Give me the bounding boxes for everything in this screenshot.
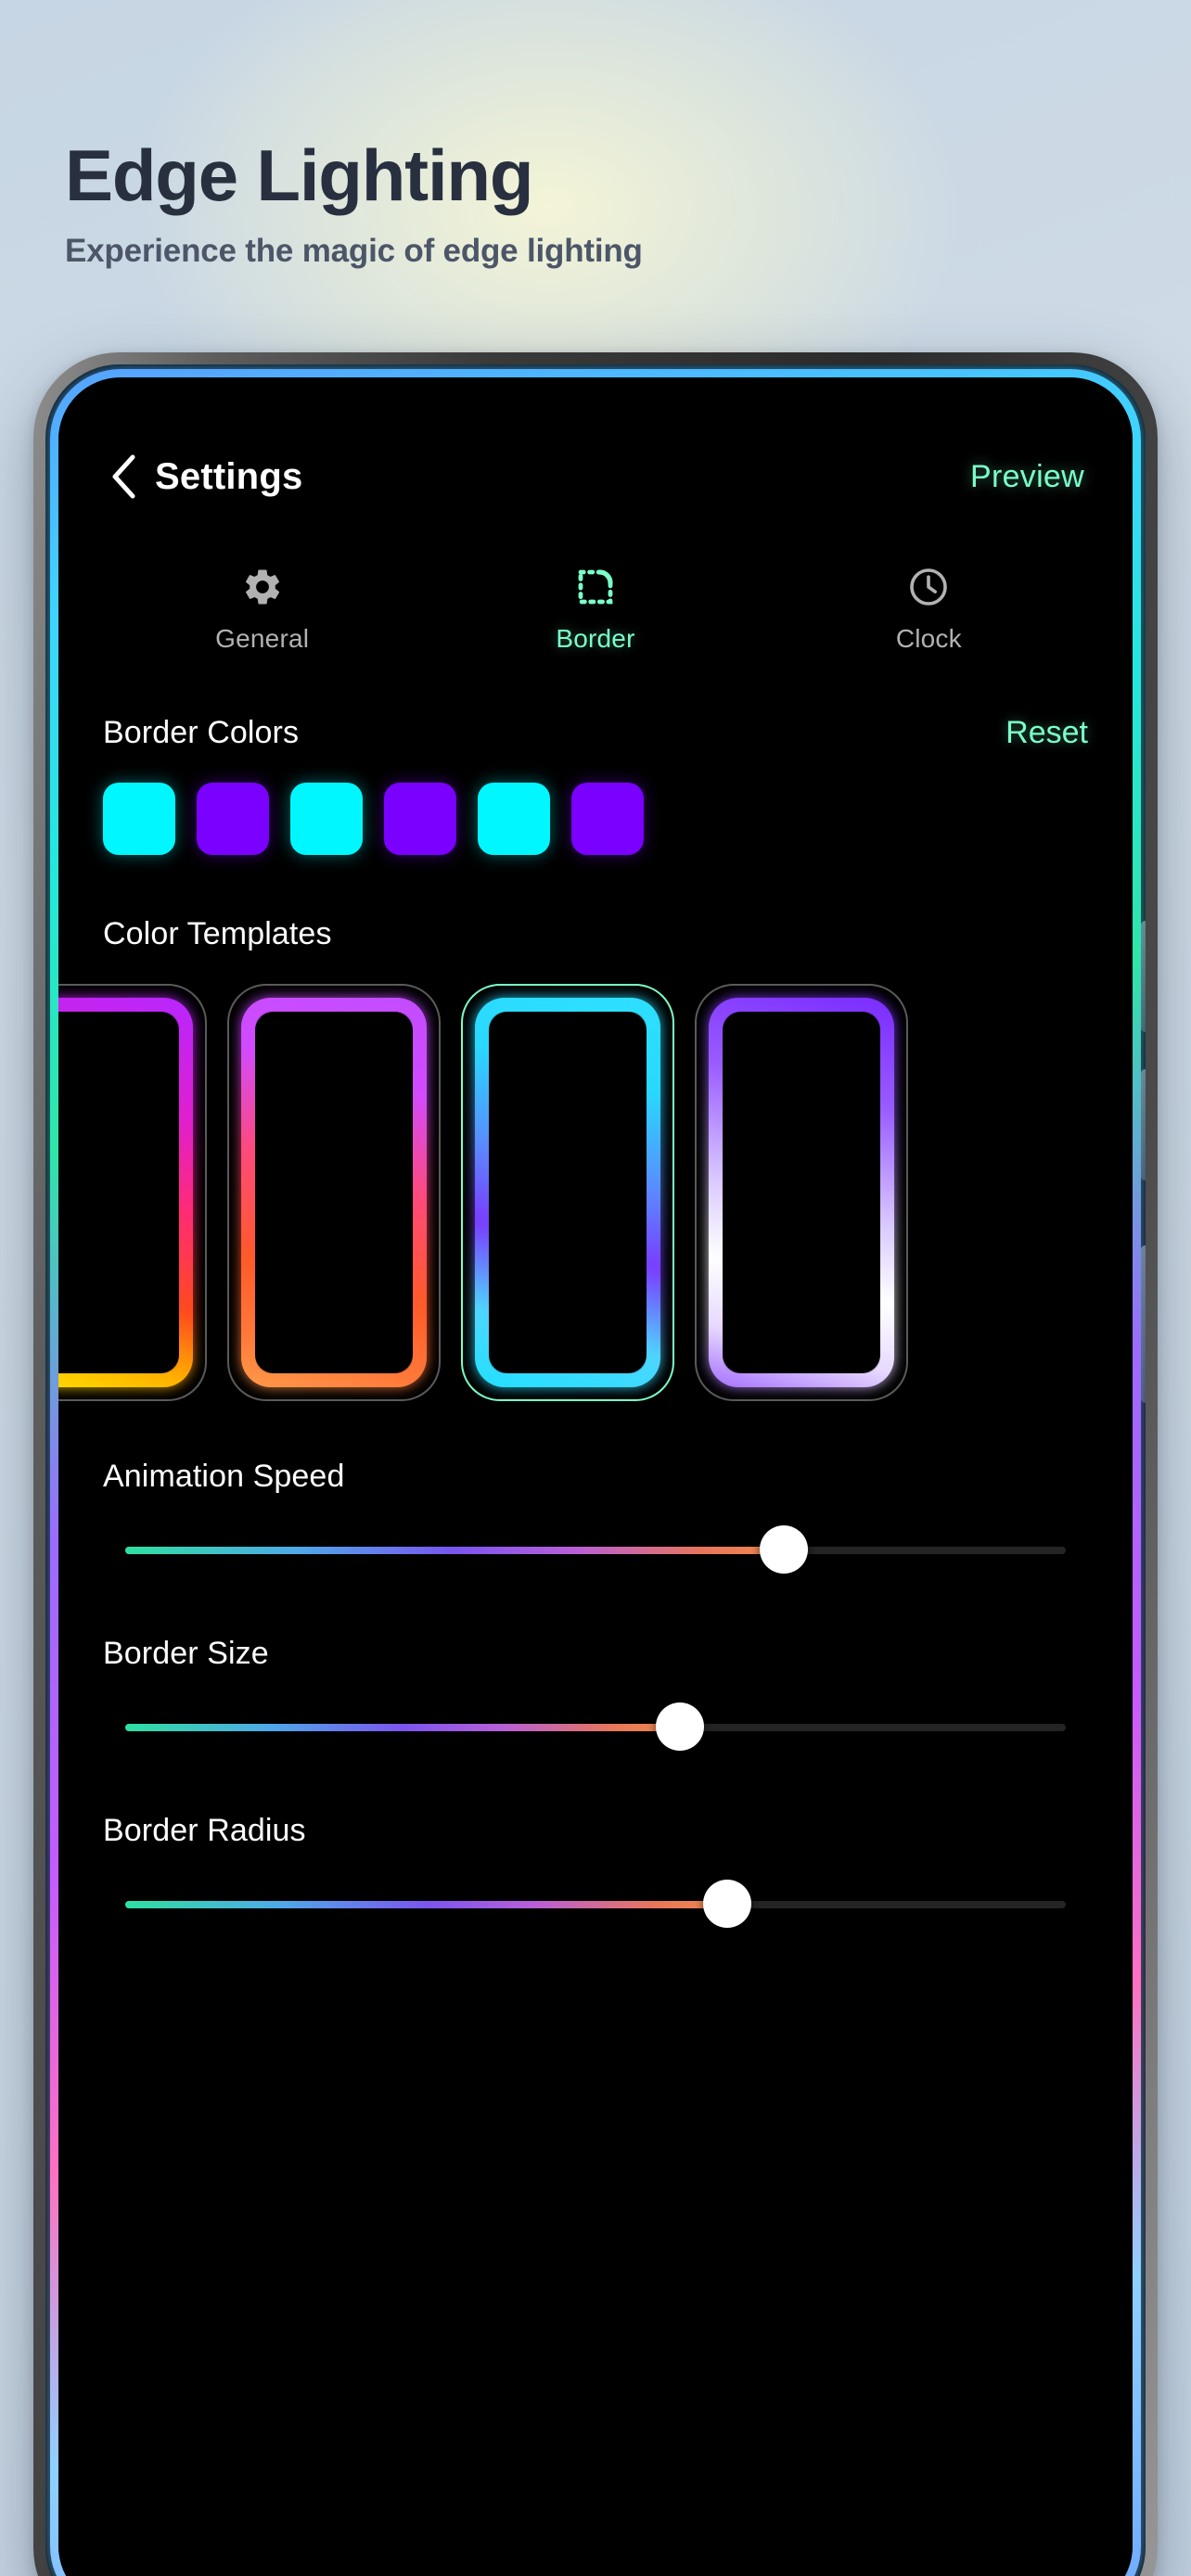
tab-label-border: Border bbox=[556, 624, 635, 653]
slider-fill bbox=[125, 1547, 784, 1554]
back-button[interactable] bbox=[97, 451, 149, 503]
color-template-row[interactable] bbox=[58, 984, 1133, 1401]
slider-thumb[interactable] bbox=[702, 1880, 751, 1928]
slider-border-radius: Border Radius bbox=[58, 1813, 1133, 1932]
color-swatch-row bbox=[58, 783, 1133, 855]
border-colors-section: Border Colors Reset bbox=[58, 715, 1133, 855]
page-title: Edge Lighting bbox=[65, 134, 534, 216]
power-button[interactable] bbox=[1141, 1245, 1146, 1403]
template-inner bbox=[58, 1012, 179, 1373]
slider-control[interactable] bbox=[103, 1523, 1088, 1578]
tab-label-general: General bbox=[215, 624, 310, 653]
tab-clock[interactable]: Clock bbox=[762, 565, 1095, 654]
tab-bar: General Border Clock bbox=[58, 565, 1133, 654]
chevron-left-icon bbox=[108, 453, 139, 500]
clock-icon bbox=[906, 565, 951, 609]
color-templates-section: Color Templates bbox=[58, 916, 1133, 1401]
volume-up-button[interactable] bbox=[1141, 921, 1146, 1032]
color-swatch[interactable] bbox=[571, 783, 644, 855]
volume-down-button[interactable] bbox=[1141, 1069, 1146, 1180]
tab-label-clock: Clock bbox=[895, 624, 962, 653]
phone-mockup: Settings Preview General Border Clock Bo… bbox=[33, 352, 1158, 2576]
tab-general[interactable]: General bbox=[96, 565, 429, 654]
color-swatch[interactable] bbox=[197, 783, 269, 855]
dashed-border-icon bbox=[573, 565, 618, 609]
slider-label: Border Radius bbox=[103, 1813, 306, 1848]
app-bar: Settings Preview bbox=[58, 426, 1133, 528]
color-template-card[interactable] bbox=[227, 984, 441, 1401]
promo-page: Edge Lighting Experience the magic of ed… bbox=[0, 0, 1191, 2576]
color-templates-title: Color Templates bbox=[103, 916, 332, 951]
template-inner bbox=[255, 1012, 413, 1373]
tab-border[interactable]: Border bbox=[429, 565, 762, 654]
settings-scroll-area[interactable]: Settings Preview General Border Clock Bo… bbox=[58, 377, 1133, 2576]
page-subtitle: Experience the magic of edge lighting bbox=[65, 233, 643, 269]
color-template-card[interactable] bbox=[461, 984, 674, 1401]
slider-label: Animation Speed bbox=[103, 1459, 345, 1494]
template-inner bbox=[723, 1012, 880, 1373]
color-swatch[interactable] bbox=[384, 783, 456, 855]
slider-fill bbox=[125, 1901, 727, 1908]
slider-thumb[interactable] bbox=[656, 1702, 705, 1751]
slider-animation-speed: Animation Speed bbox=[58, 1459, 1133, 1578]
preview-button[interactable]: Preview bbox=[970, 459, 1084, 495]
color-template-card[interactable] bbox=[58, 984, 207, 1401]
reset-button[interactable]: Reset bbox=[1005, 715, 1088, 751]
color-templates-header: Color Templates bbox=[58, 916, 1133, 952]
template-inner bbox=[489, 1012, 647, 1373]
phone-bezel: Settings Preview General Border Clock Bo… bbox=[45, 364, 1146, 2576]
slider-label: Border Size bbox=[103, 1636, 269, 1671]
gear-icon bbox=[241, 565, 284, 609]
color-swatch[interactable] bbox=[290, 783, 363, 855]
border-colors-title: Border Colors bbox=[103, 715, 300, 750]
slider-fill bbox=[125, 1724, 681, 1731]
border-colors-header: Border Colors Reset bbox=[58, 715, 1133, 751]
promo-header: Edge Lighting Experience the magic of ed… bbox=[65, 139, 1085, 270]
screen-title: Settings bbox=[155, 455, 303, 497]
app-screen: Settings Preview General Border Clock Bo… bbox=[58, 377, 1133, 2576]
slider-thumb[interactable] bbox=[759, 1525, 808, 1574]
slider-control[interactable] bbox=[103, 1700, 1088, 1755]
color-swatch[interactable] bbox=[103, 783, 175, 855]
color-template-card[interactable] bbox=[695, 984, 908, 1401]
slider-control[interactable] bbox=[103, 1877, 1088, 1932]
slider-border-size: Border Size bbox=[58, 1636, 1133, 1755]
color-swatch[interactable] bbox=[478, 783, 550, 855]
